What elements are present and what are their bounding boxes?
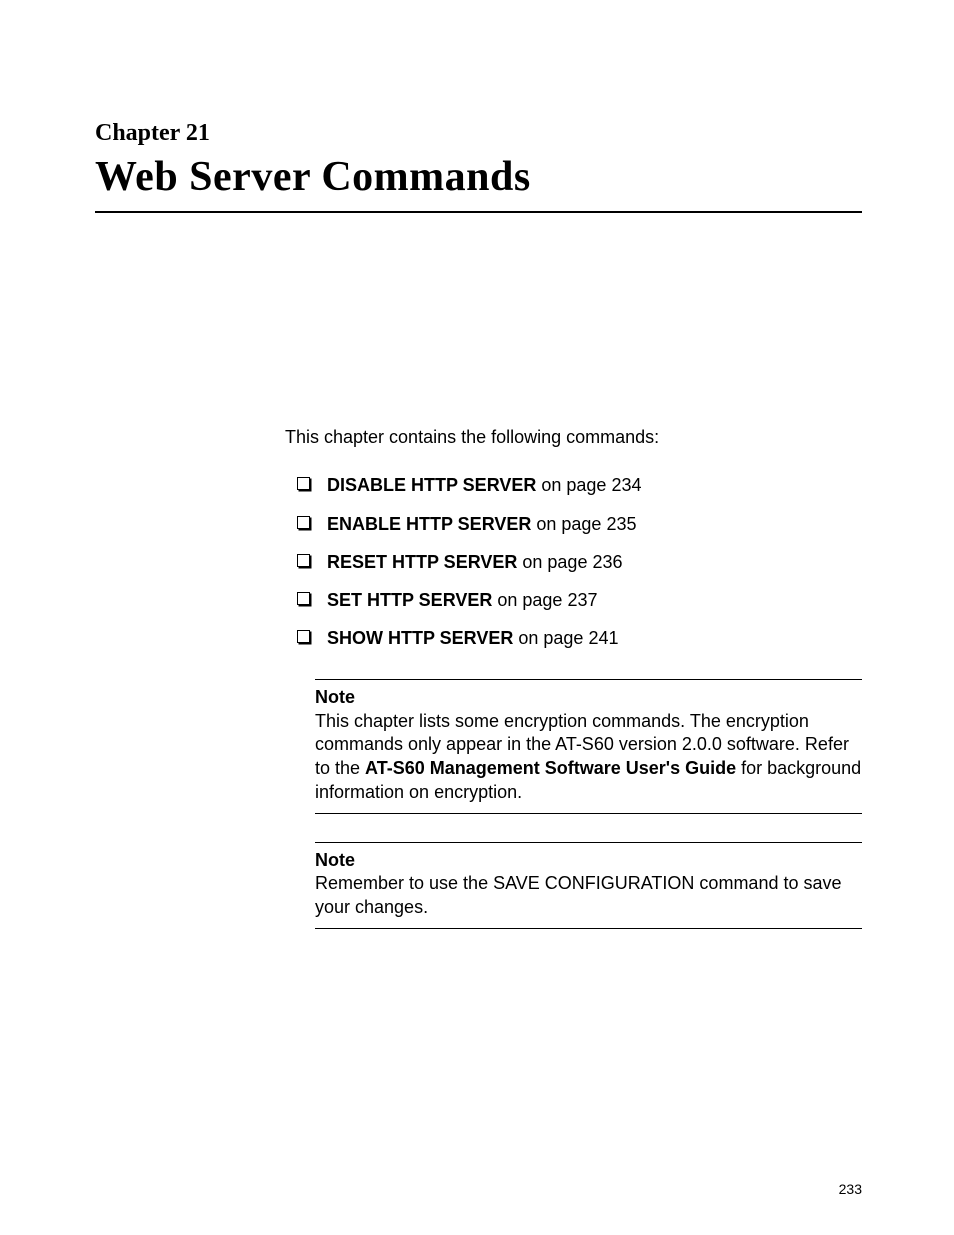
command-page-ref: on page 235 bbox=[531, 514, 636, 534]
command-name: DISABLE HTTP SERVER bbox=[327, 475, 536, 495]
page-number: 233 bbox=[839, 1181, 862, 1197]
bullet-box-icon bbox=[297, 554, 310, 567]
list-item: ENABLE HTTP SERVER on page 235 bbox=[285, 512, 862, 536]
note-text-pre: Remember to use the SAVE CONFIGURATION c… bbox=[315, 873, 842, 917]
command-name: RESET HTTP SERVER bbox=[327, 552, 517, 572]
list-item: SET HTTP SERVER on page 237 bbox=[285, 588, 862, 612]
bullet-box-icon bbox=[297, 592, 310, 605]
note-block: Note This chapter lists some encryption … bbox=[315, 679, 862, 814]
note-block: Note Remember to use the SAVE CONFIGURAT… bbox=[315, 842, 862, 929]
command-page-ref: on page 234 bbox=[536, 475, 641, 495]
chapter-label: Chapter 21 bbox=[95, 120, 862, 147]
command-page-ref: on page 236 bbox=[517, 552, 622, 572]
content-block: This chapter contains the following comm… bbox=[285, 425, 862, 929]
command-name: SHOW HTTP SERVER bbox=[327, 628, 513, 648]
bullet-box-icon bbox=[297, 630, 310, 643]
note-text-bold: AT-S60 Management Software User's Guide bbox=[365, 758, 736, 778]
note-label: Note bbox=[315, 686, 862, 710]
title-rule bbox=[95, 211, 862, 213]
intro-text: This chapter contains the following comm… bbox=[285, 425, 862, 449]
list-item: DISABLE HTTP SERVER on page 234 bbox=[285, 473, 862, 497]
note-label: Note bbox=[315, 849, 862, 873]
document-page: Chapter 21 Web Server Commands This chap… bbox=[0, 0, 954, 929]
bullet-box-icon bbox=[297, 477, 310, 490]
command-name: ENABLE HTTP SERVER bbox=[327, 514, 531, 534]
command-page-ref: on page 241 bbox=[513, 628, 618, 648]
command-page-ref: on page 237 bbox=[492, 590, 597, 610]
list-item: SHOW HTTP SERVER on page 241 bbox=[285, 626, 862, 650]
command-name: SET HTTP SERVER bbox=[327, 590, 492, 610]
chapter-title: Web Server Commands bbox=[95, 153, 862, 201]
list-item: RESET HTTP SERVER on page 236 bbox=[285, 550, 862, 574]
command-list: DISABLE HTTP SERVER on page 234 ENABLE H… bbox=[285, 473, 862, 650]
bullet-box-icon bbox=[297, 516, 310, 529]
